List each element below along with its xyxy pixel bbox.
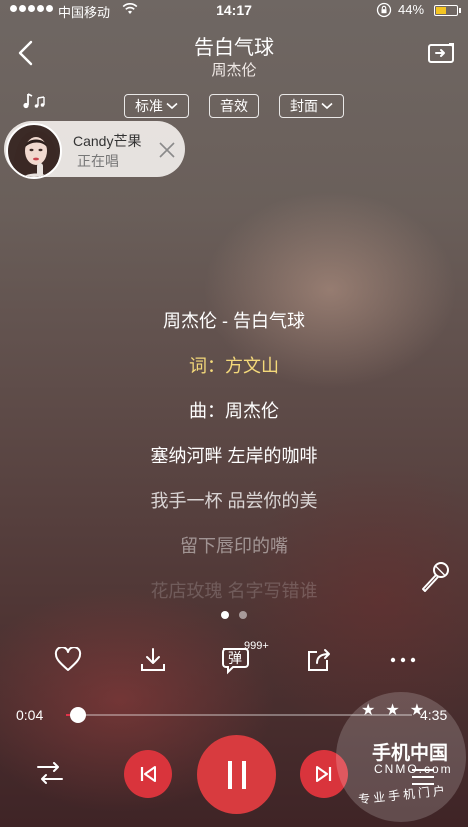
play-mode-button[interactable] bbox=[36, 762, 64, 789]
cast-button[interactable] bbox=[427, 41, 457, 72]
quality-dropdown[interactable]: 标准 bbox=[124, 94, 189, 118]
share-icon bbox=[308, 649, 330, 671]
singer-status: 正在唱 bbox=[77, 153, 119, 169]
now-singing-chip[interactable]: Candy芒果 正在唱 bbox=[4, 121, 185, 179]
page-dot-active[interactable] bbox=[221, 611, 229, 619]
more-button[interactable] bbox=[383, 640, 423, 680]
lyric-line: 曲：周杰伦 bbox=[189, 401, 279, 421]
rotation-lock-icon bbox=[376, 2, 392, 21]
share-button[interactable] bbox=[299, 640, 339, 680]
lyric-line: 词：方文山 bbox=[189, 356, 279, 376]
singer-name: Candy芒果 bbox=[73, 133, 142, 149]
chevron-down-icon bbox=[166, 102, 178, 110]
close-icon bbox=[159, 142, 175, 158]
battery-icon bbox=[434, 5, 458, 16]
danmu-label: 弹 bbox=[228, 650, 242, 666]
skip-next-icon bbox=[316, 766, 332, 782]
download-button[interactable] bbox=[133, 640, 173, 680]
quality-label: 标准 bbox=[135, 98, 163, 114]
battery-percent: 44% bbox=[398, 2, 425, 17]
singer-avatar bbox=[6, 123, 62, 179]
progress-thumb[interactable] bbox=[70, 707, 86, 723]
status-bar: 中国移动 14:17 44% bbox=[0, 0, 468, 22]
cast-screen-icon bbox=[428, 43, 454, 63]
lyrics-panel[interactable]: 周杰伦 - 告白气球 词：方文山 曲：周杰伦 塞纳河畔 左岸的咖啡 我手一杯 品… bbox=[0, 306, 468, 621]
pause-icon bbox=[227, 760, 246, 789]
download-icon bbox=[141, 648, 165, 671]
cover-label: 封面 bbox=[290, 98, 318, 114]
song-title: 告白气球 bbox=[194, 37, 274, 59]
page-dot[interactable] bbox=[239, 611, 247, 619]
previous-button[interactable] bbox=[124, 750, 172, 798]
page-indicator bbox=[0, 611, 468, 619]
shuffle-icon bbox=[37, 762, 63, 784]
lyric-line: 留下唇印的嘴 bbox=[180, 536, 288, 556]
skip-previous-icon bbox=[140, 766, 156, 782]
lyric-line: 周杰伦 - 告白气球 bbox=[163, 311, 305, 331]
cover-dropdown[interactable]: 封面 bbox=[279, 94, 344, 118]
battery-tip bbox=[459, 8, 461, 13]
heart-icon bbox=[54, 647, 82, 671]
action-bar: 弹 bbox=[0, 640, 468, 680]
artist-name[interactable]: 周杰伦 bbox=[0, 59, 468, 80]
effects-label: 音效 bbox=[220, 98, 248, 114]
watermark-brand: 手机中国 bbox=[372, 743, 449, 764]
watermark-stars-icon: ★★★ bbox=[361, 702, 435, 719]
more-dots-icon bbox=[390, 657, 416, 663]
microphone-icon bbox=[422, 562, 449, 592]
chevron-down-icon bbox=[321, 102, 333, 110]
watermark-logo: ★★★ 手机中国 CNMO.com 专业手机门户 bbox=[336, 692, 468, 827]
effects-button[interactable]: 音效 bbox=[209, 94, 259, 118]
lyric-line: 我手一杯 品尝你的美 bbox=[150, 491, 318, 511]
watermark-domain: CNMO.com bbox=[374, 762, 453, 776]
playback-options: 标准 音效 封面 bbox=[0, 94, 468, 118]
current-time: 0:04 bbox=[16, 707, 44, 723]
pause-button[interactable] bbox=[197, 735, 276, 814]
karaoke-button[interactable] bbox=[418, 560, 452, 599]
like-button[interactable] bbox=[48, 640, 88, 680]
danmu-count-badge: 999+ bbox=[244, 640, 269, 652]
lyric-line: 塞纳河畔 左岸的咖啡 bbox=[150, 446, 318, 466]
close-chip-button[interactable] bbox=[157, 140, 177, 165]
